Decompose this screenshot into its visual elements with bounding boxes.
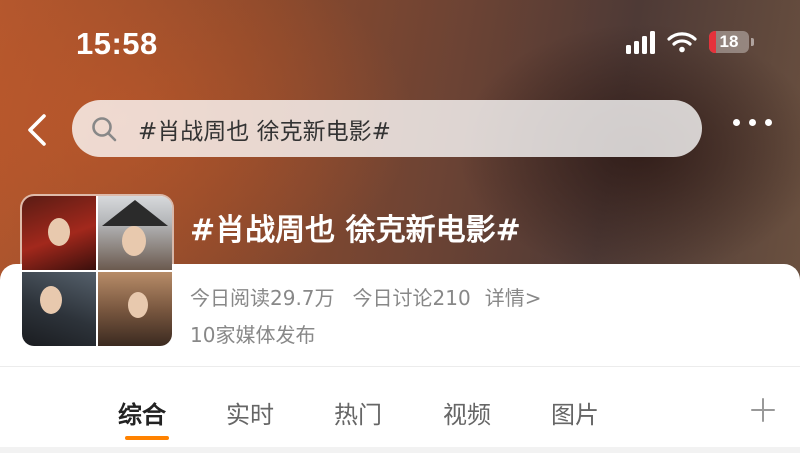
tab-comprehensive[interactable]: 综合 — [118, 395, 166, 430]
wifi-icon — [667, 32, 697, 53]
battery-percent: 18 — [719, 32, 739, 51]
back-icon[interactable] — [22, 110, 52, 150]
search-icon — [92, 116, 117, 141]
search-input[interactable] — [136, 114, 660, 143]
topic-cover-collage[interactable] — [22, 196, 172, 346]
discuss-count: 今日讨论210 — [352, 286, 471, 310]
status-icons: 18 — [626, 30, 754, 54]
tab-realtime[interactable]: 实时 — [226, 395, 274, 430]
cover-image — [22, 272, 96, 346]
cover-image — [98, 196, 172, 270]
tab-images[interactable]: 图片 — [551, 395, 599, 430]
details-link[interactable]: 详情> — [485, 282, 542, 311]
topic-title: #肖战周也 徐克新电影# — [190, 213, 521, 248]
active-tab-indicator — [125, 436, 169, 440]
search-bar[interactable] — [72, 100, 702, 157]
signal-icon — [626, 30, 655, 54]
media-count: 10家媒体发布 — [190, 323, 316, 347]
topic-stats: 今日阅读29.7万 今日讨论210 详情> — [190, 282, 541, 311]
tab-hot[interactable]: 热门 — [334, 395, 382, 430]
tab-video[interactable]: 视频 — [443, 395, 491, 430]
battery-fill — [709, 31, 717, 53]
tab-bar: 综合 实时 热门 视频 图片 — [0, 366, 800, 447]
read-count: 今日阅读29.7万 — [190, 286, 335, 310]
cover-image — [98, 272, 172, 346]
add-tab-icon[interactable] — [750, 397, 776, 423]
cover-image — [22, 196, 96, 270]
battery-icon: 18 — [709, 31, 749, 53]
status-time: 15:58 — [76, 26, 158, 61]
more-icon[interactable] — [733, 119, 772, 126]
battery-tip — [751, 38, 754, 46]
